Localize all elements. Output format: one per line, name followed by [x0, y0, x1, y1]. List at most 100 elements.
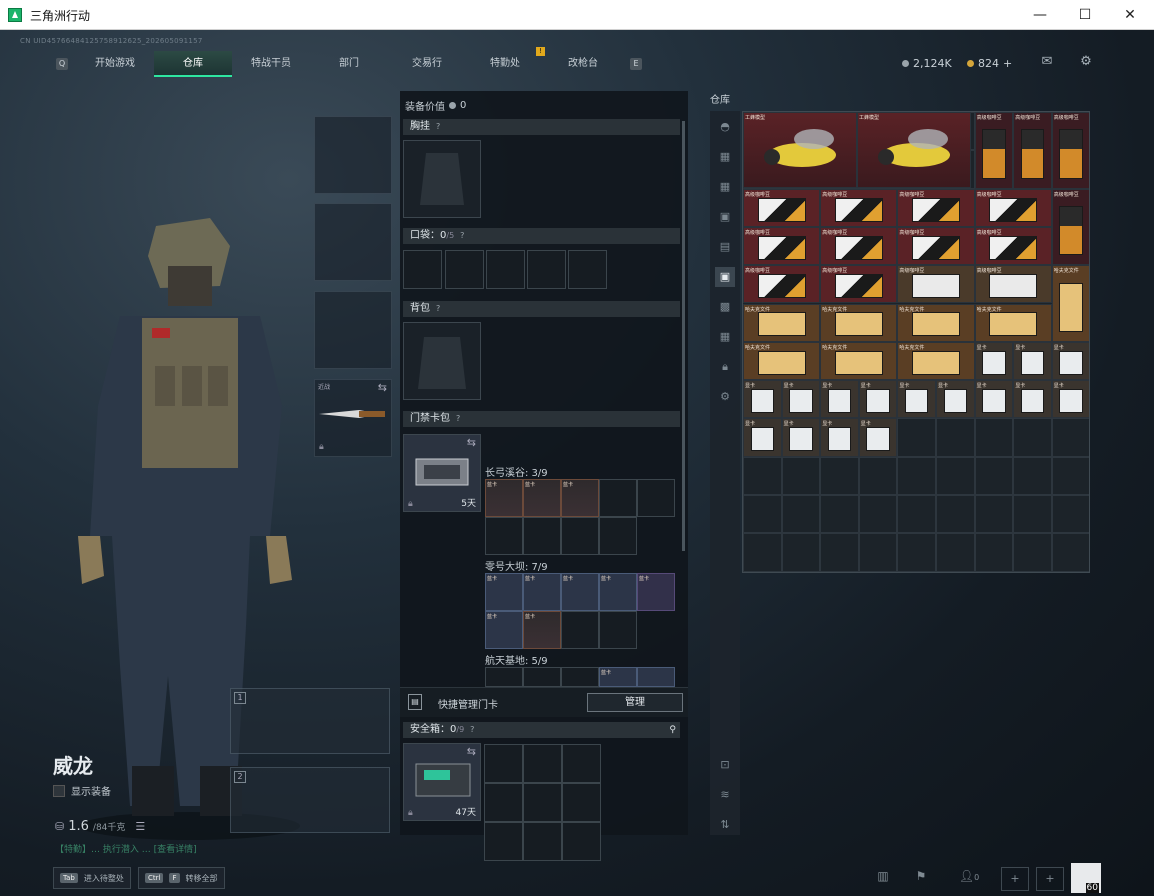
keycard-item[interactable]: 蓝卡 [561, 573, 599, 611]
safebox-cell[interactable] [523, 744, 562, 783]
keycard-cell[interactable] [523, 517, 561, 555]
box-item[interactable]: 显卡 [936, 380, 975, 419]
secondary-weapon-slot[interactable]: 2 [230, 767, 390, 833]
wasp-model-item[interactable]: 工蜂模型 [857, 112, 971, 188]
player-avatar[interactable]: 60 [1071, 863, 1101, 893]
box-item[interactable]: 显卡 [1013, 341, 1052, 381]
mail-icon[interactable]: ✉ [1038, 55, 1056, 69]
safebox-cell[interactable] [562, 783, 601, 822]
box-item[interactable]: 显卡 [1013, 380, 1052, 419]
backpack-slot[interactable] [403, 322, 481, 400]
warehouse-cell[interactable] [1051, 456, 1089, 495]
keycard-cell[interactable] [599, 517, 637, 555]
safebox-cell[interactable] [484, 822, 523, 861]
scroll-item[interactable]: 哈夫克文件 [743, 303, 821, 342]
scroll-item[interactable]: 哈夫克文件 [820, 341, 898, 381]
lock-filter-icon[interactable]: 🔒︎ [715, 357, 735, 377]
nav-prev-key[interactable]: Q [56, 58, 68, 70]
scroll-item[interactable]: 哈夫克文件 [1051, 265, 1089, 342]
helmet-slot[interactable] [314, 116, 392, 194]
warehouse-cell[interactable] [820, 495, 859, 534]
safebox-cell[interactable] [484, 783, 523, 822]
warehouse-cell[interactable] [858, 456, 898, 495]
coffee-item[interactable]: 高级咖啡豆 [743, 226, 821, 266]
white-item[interactable]: 高级咖啡豆 [974, 265, 1052, 304]
warehouse-cell[interactable] [1051, 533, 1089, 572]
box-item[interactable]: 显卡 [820, 380, 859, 419]
scroll-item[interactable]: 哈夫克文件 [897, 303, 975, 342]
stats-icon[interactable]: ▥ [874, 869, 892, 887]
pocket-slot[interactable] [403, 250, 442, 289]
box-item[interactable]: 显卡 [1051, 380, 1089, 419]
warehouse-cell[interactable] [858, 495, 898, 534]
warehouse-cell[interactable] [1013, 418, 1052, 457]
tab-warehouse[interactable]: 仓库 [154, 51, 232, 77]
warehouse-cell[interactable] [1051, 418, 1089, 457]
warehouse-cell[interactable] [897, 533, 936, 572]
keycard-cell[interactable] [485, 517, 523, 555]
tab-gunsmith[interactable]: 改枪台 [544, 51, 622, 77]
warehouse-cell[interactable] [974, 495, 1014, 534]
weapon-filter-icon[interactable]: ▦ [715, 147, 735, 167]
box-item[interactable]: 显卡 [781, 418, 821, 457]
box-item[interactable]: 显卡 [1051, 341, 1089, 381]
keycard-item[interactable]: 蓝卡 [599, 667, 637, 687]
primary-weapon-slot[interactable]: 1 [230, 688, 390, 754]
box-item[interactable]: 显卡 [897, 380, 936, 419]
keycard-item[interactable]: 蓝卡 [561, 479, 599, 517]
scroll-item[interactable]: 哈夫克文件 [820, 303, 898, 342]
keycard-item[interactable]: 蓝卡 [485, 479, 523, 517]
ham-item[interactable]: 高级咖啡豆 [1051, 188, 1089, 266]
coffee-item[interactable]: 高级咖啡豆 [743, 188, 821, 227]
checkbox[interactable] [53, 784, 65, 797]
maximize-button[interactable]: ☐ [1062, 0, 1108, 30]
coffee-item[interactable]: 高级咖啡豆 [820, 188, 898, 227]
coffee-item[interactable]: 高级咖啡豆 [820, 226, 898, 266]
box-item[interactable]: 显卡 [974, 341, 1014, 381]
coffee-item[interactable]: 高级咖啡豆 [743, 265, 821, 304]
keycard-item[interactable]: 蓝卡 [523, 573, 561, 611]
warehouse-cell[interactable] [936, 456, 975, 495]
safebox-cell[interactable] [562, 744, 601, 783]
keycard-cell[interactable] [561, 667, 599, 687]
warehouse-cell[interactable] [936, 495, 975, 534]
warehouse-cell[interactable] [974, 456, 1014, 495]
warehouse-cell[interactable] [781, 456, 821, 495]
flag-icon[interactable]: ⚑ [912, 869, 930, 887]
box-item[interactable]: 显卡 [743, 380, 782, 419]
transfer-all-button[interactable]: Ctrl F 转移全部 [138, 867, 225, 889]
scroll-item[interactable]: 哈夫克文件 [974, 303, 1052, 342]
ammo-filter-icon[interactable]: ▦ [715, 177, 735, 197]
safebox-cell[interactable] [523, 822, 562, 861]
tab-special-ops[interactable]: 特勤处 [466, 51, 544, 77]
keys-filter-icon[interactable]: ▩ [715, 297, 735, 317]
scroll-item[interactable]: 哈夫克文件 [743, 341, 821, 381]
coffee-item[interactable]: 高级咖啡豆 [897, 188, 975, 227]
warehouse-cell[interactable] [1051, 495, 1089, 534]
keycard-item[interactable] [637, 667, 675, 687]
chest-rig-slot[interactable] [403, 140, 481, 218]
settings-gear-icon[interactable]: ⚙ [1077, 55, 1095, 69]
sort-icon[interactable]: ⇅ [715, 815, 735, 835]
warehouse-cell[interactable] [974, 418, 1014, 457]
ham-item[interactable]: 高级咖啡豆 [1051, 112, 1089, 189]
swap-icon[interactable]: ⇆ [467, 745, 476, 758]
pocket-slot[interactable] [445, 250, 484, 289]
warehouse-cell[interactable] [820, 533, 859, 572]
warehouse-cell[interactable] [743, 533, 782, 572]
swap-icon[interactable]: ⇆ [378, 381, 387, 394]
scroll-item[interactable]: 哈夫克文件 [897, 341, 975, 381]
equipment-scrollbar[interactable] [682, 121, 685, 551]
keycard-item[interactable]: 蓝卡 [523, 479, 561, 517]
friends-icon[interactable]: 👤︎0 [955, 869, 983, 887]
box-item[interactable]: 显卡 [858, 418, 898, 457]
tab-operators[interactable]: 特战干员 [232, 51, 310, 77]
close-button[interactable]: ✕ [1107, 0, 1153, 30]
keycard-cell[interactable] [561, 517, 599, 555]
coffee-item[interactable]: 高级咖啡豆 [974, 188, 1052, 227]
safebox-cell[interactable] [484, 744, 523, 783]
keycard-cell[interactable] [485, 667, 523, 687]
operator-tip[interactable]: 【特勤】… 执行潜入 … [查看详情] [55, 842, 197, 855]
coffee-item[interactable]: 高级咖啡豆 [974, 226, 1052, 266]
list-icon[interactable]: ☰ [135, 820, 145, 833]
